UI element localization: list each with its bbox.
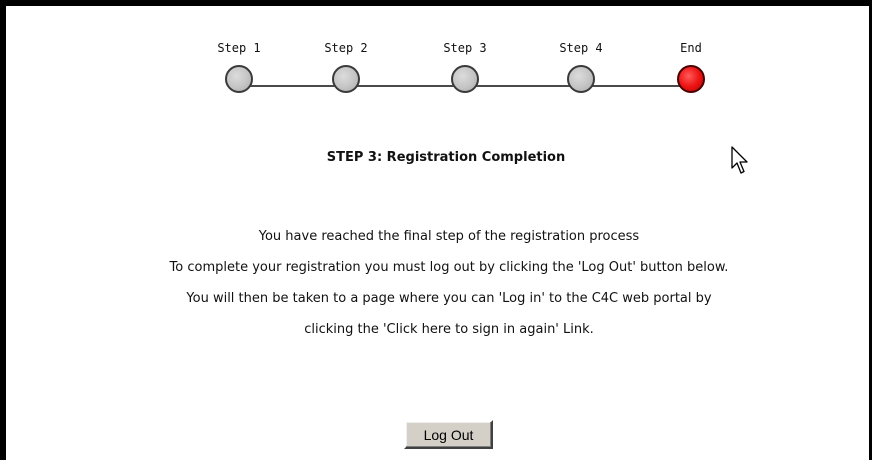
step-1-label: Step 1 [217,41,261,55]
instruction-line: You have reached the final step of the r… [258,229,640,244]
step-4-dot [567,65,595,93]
instruction-line: You will then be taken to a page where y… [186,291,712,306]
instruction-line: To complete your registration you must l… [169,260,729,275]
logout-button[interactable]: Log Out [404,420,493,449]
step-3-dot [451,65,479,93]
step-2: Step 2 [301,39,391,93]
step-end: End [646,39,736,93]
step-3: Step 3 [420,39,510,93]
mouse-pointer-icon [731,146,748,174]
step-end-dot [677,65,705,93]
step-end-label: End [680,41,702,55]
instruction-line: clicking the 'Click here to sign in agai… [304,322,594,337]
step-4: Step 4 [536,39,626,93]
step-4-label: Step 4 [559,41,603,55]
step-3-label: Step 3 [443,41,487,55]
step-2-label: Step 2 [324,41,368,55]
progress-stepper: Step 1 Step 2 Step 3 Step 4 End [6,6,872,116]
registration-panel: Step 1 Step 2 Step 3 Step 4 End STEP 3: … [0,0,872,460]
step-1: Step 1 [194,39,284,93]
step-1-dot [225,65,253,93]
step-2-dot [332,65,360,93]
instructions-text: You have reached the final step of the r… [6,227,872,351]
